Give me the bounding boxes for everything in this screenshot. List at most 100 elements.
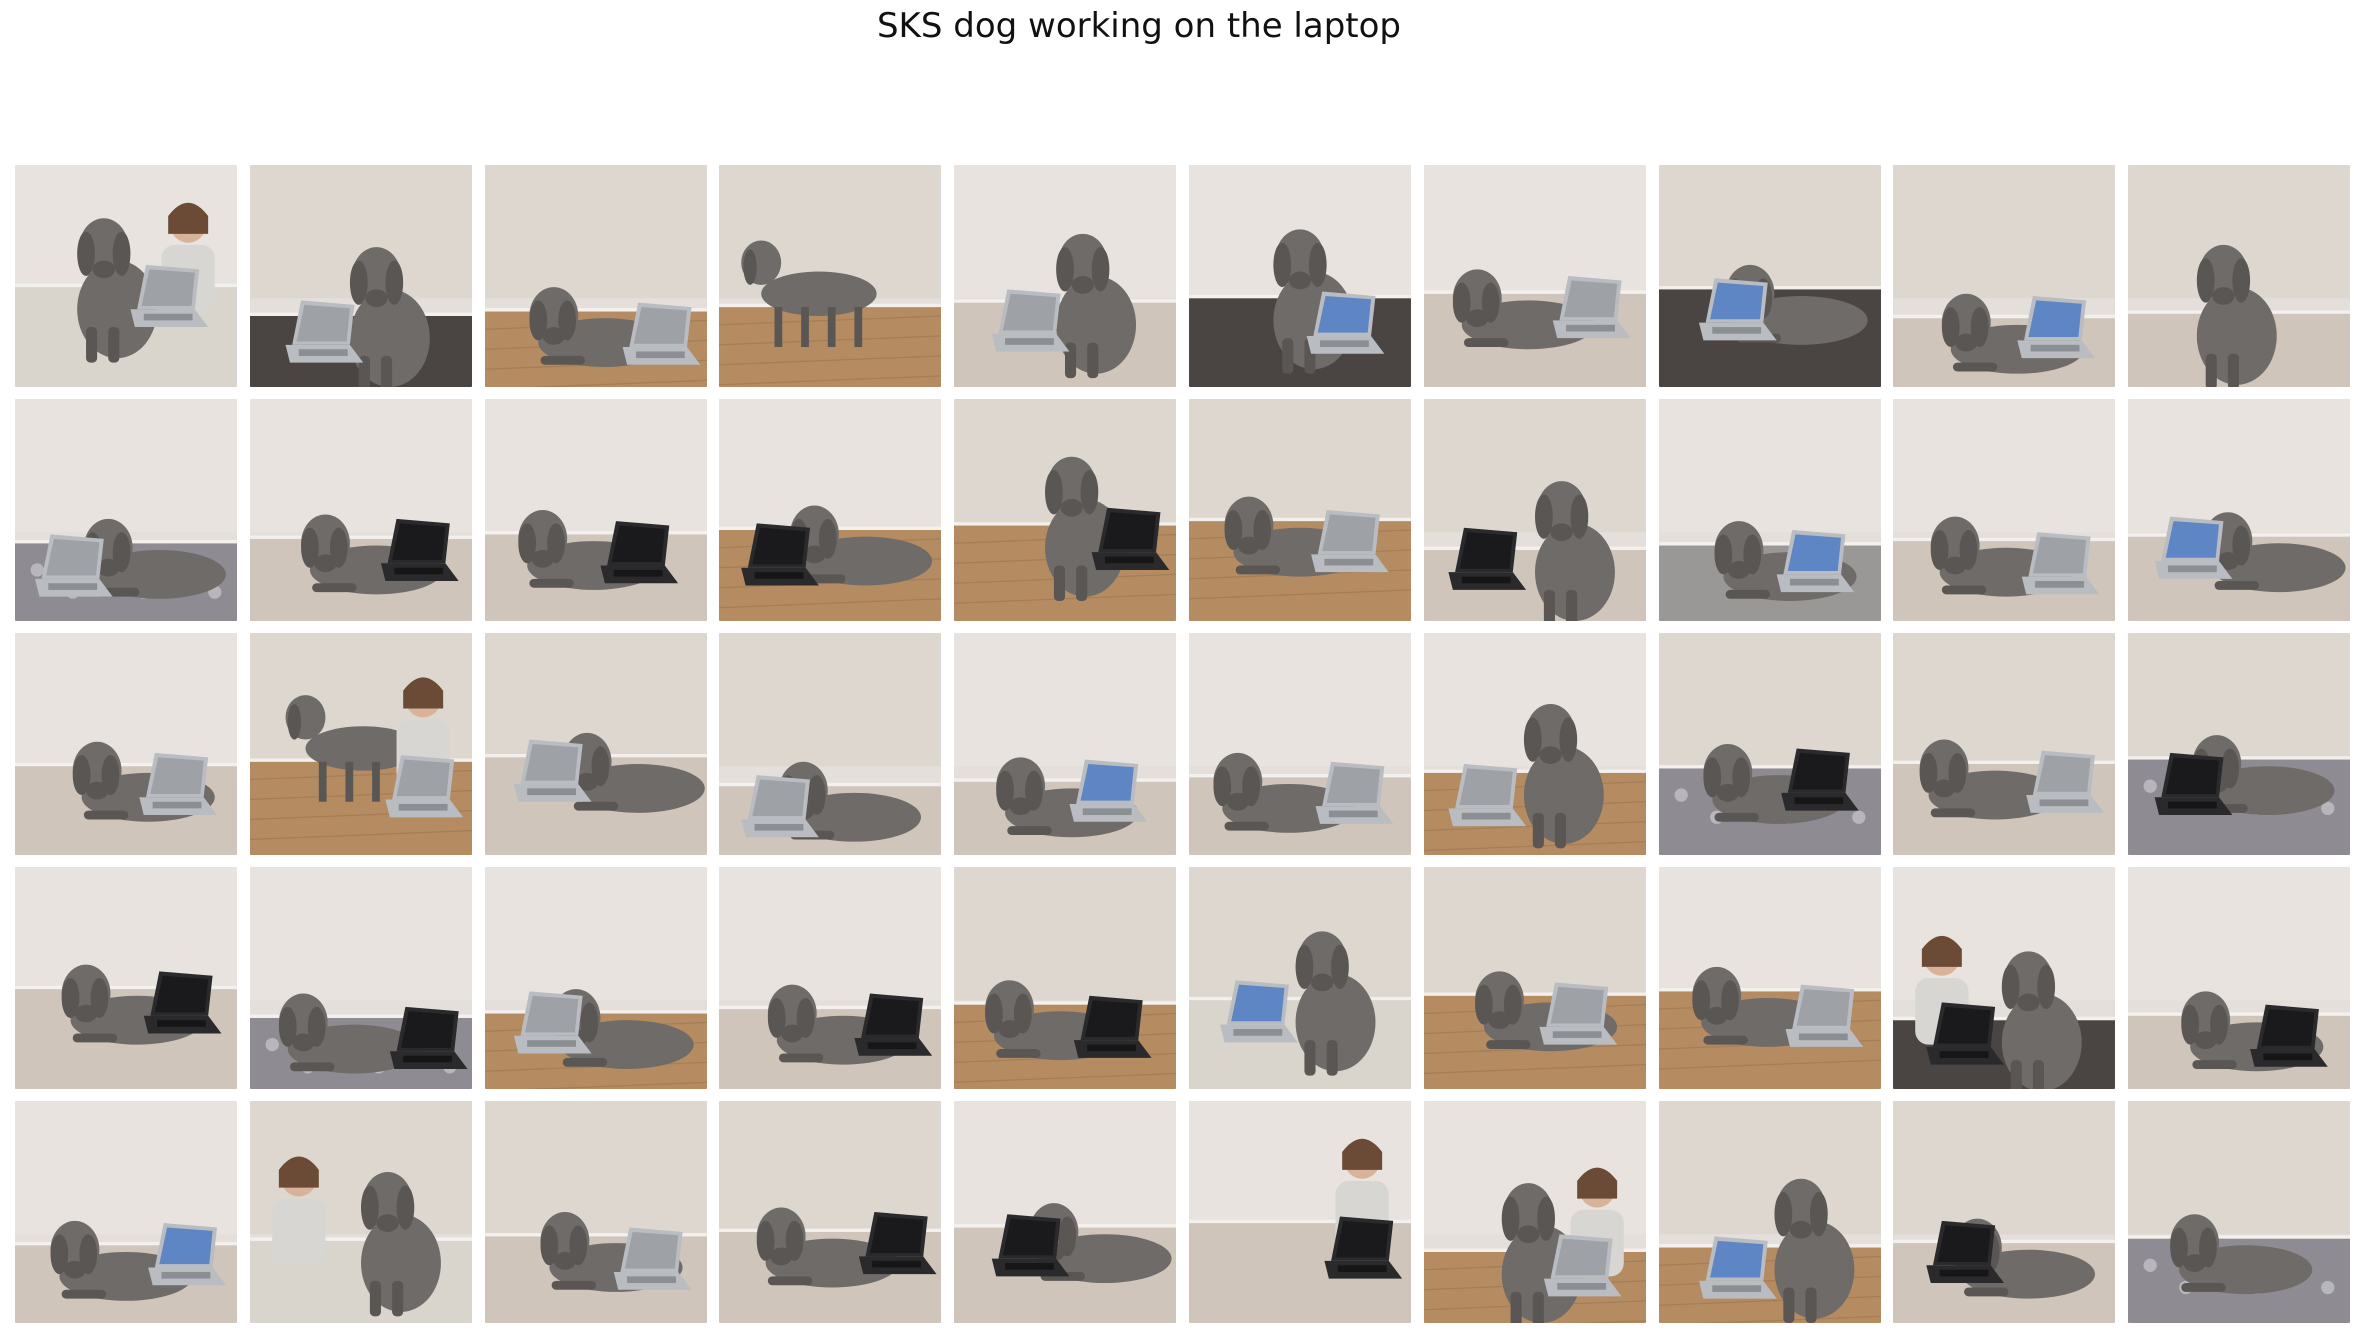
dog-photo [15, 867, 237, 1089]
dog-photo [954, 633, 1177, 855]
photo-tile [1893, 633, 2116, 855]
dog-photo [2128, 867, 2351, 1089]
photo-tile [15, 867, 237, 1089]
dog-photo [1189, 399, 1411, 621]
dog-photo [1893, 633, 2116, 855]
photo-tile [954, 165, 1177, 387]
photo-tile [719, 633, 942, 855]
photo-tile [1893, 399, 2116, 621]
photo-tile [719, 165, 942, 387]
photo-tile [954, 399, 1177, 621]
photo-tile [484, 633, 707, 855]
dog-photo [484, 165, 707, 387]
dog-photo [1189, 867, 1411, 1089]
dog-photo [15, 399, 237, 621]
dog-photo [249, 165, 472, 387]
photo-tile [954, 633, 1177, 855]
dog-photo [2128, 399, 2351, 621]
dog-photo [1658, 867, 1881, 1089]
dog-photo [719, 633, 942, 855]
photo-tile [249, 399, 472, 621]
dog-photo [1658, 633, 1881, 855]
dog-photo [1658, 1101, 1881, 1323]
dog-photo [954, 165, 1177, 387]
photo-tile [2128, 867, 2351, 1089]
photo-tile [1423, 1101, 1646, 1323]
photo-tile [249, 1101, 472, 1323]
figure-title: SKS dog working on the laptop [876, 6, 1402, 46]
dog-photo [1189, 1101, 1411, 1323]
dog-photo [1423, 867, 1646, 1089]
dog-photo [1423, 633, 1646, 855]
photo-tile [249, 165, 472, 387]
photo-tile [1658, 867, 1881, 1089]
photo-tile [1189, 1101, 1411, 1323]
dog-photo [1658, 399, 1881, 621]
photo-tile [15, 399, 237, 621]
dog-photo [249, 633, 472, 855]
photo-tile [249, 867, 472, 1089]
photo-tile [249, 633, 472, 855]
photo-tile [1189, 399, 1411, 621]
dog-photo [249, 1101, 472, 1323]
dog-photo [1423, 1101, 1646, 1323]
photo-tile [2128, 399, 2351, 621]
photo-tile [1658, 633, 1881, 855]
photo-tile [1893, 867, 2116, 1089]
dog-photo [719, 399, 942, 621]
photo-tile [719, 1101, 942, 1323]
dog-photo [1189, 165, 1411, 387]
dog-photo [484, 399, 707, 621]
photo-tile [484, 165, 707, 387]
photo-tile [2128, 633, 2351, 855]
dog-photo [15, 165, 237, 387]
photo-tile [719, 399, 942, 621]
photo-tile [15, 1101, 237, 1323]
photo-tile [1423, 867, 1646, 1089]
photo-tile [1423, 633, 1646, 855]
photo-tile [719, 867, 942, 1089]
person-figure [271, 1156, 326, 1266]
dog-photo [1893, 867, 2116, 1089]
photo-tile [484, 1101, 707, 1323]
dog-photo [484, 633, 707, 855]
photo-tile [1893, 165, 2116, 387]
dog-photo [2128, 165, 2351, 387]
photo-tile [1893, 1101, 2116, 1323]
photo-tile [1189, 633, 1411, 855]
dog-photo [954, 1101, 1177, 1323]
dog-photo [2128, 1101, 2351, 1323]
photo-tile [1189, 867, 1411, 1089]
photo-tile [1658, 1101, 1881, 1323]
photo-tile [954, 1101, 1177, 1323]
dog-photo [249, 867, 472, 1089]
dog-photo [1423, 165, 1646, 387]
photo-tile [484, 399, 707, 621]
dog-photo [15, 1101, 237, 1323]
dog-photo [1893, 399, 2116, 621]
dog-photo [1189, 633, 1411, 855]
dog-photo [719, 1101, 942, 1323]
photo-tile [15, 633, 237, 855]
dog-photo [719, 867, 942, 1089]
dog-photo [484, 867, 707, 1089]
dog-photo [1893, 165, 2116, 387]
dog-photo [484, 1101, 707, 1323]
photo-tile [1423, 165, 1646, 387]
photo-tile [1423, 399, 1646, 621]
dog-photo [249, 399, 472, 621]
photo-tile [1189, 165, 1411, 387]
photo-tile [954, 867, 1177, 1089]
dog-photo [15, 633, 237, 855]
dog-photo [719, 165, 942, 387]
image-grid [15, 165, 2351, 1323]
dog-photo [1423, 399, 1646, 621]
photo-tile [15, 165, 237, 387]
dog-photo [954, 867, 1177, 1089]
dog-photo [2128, 633, 2351, 855]
photo-tile [2128, 165, 2351, 387]
dog-photo [1658, 165, 1881, 387]
photo-tile [484, 867, 707, 1089]
photo-tile [1658, 165, 1881, 387]
photo-tile [2128, 1101, 2351, 1323]
